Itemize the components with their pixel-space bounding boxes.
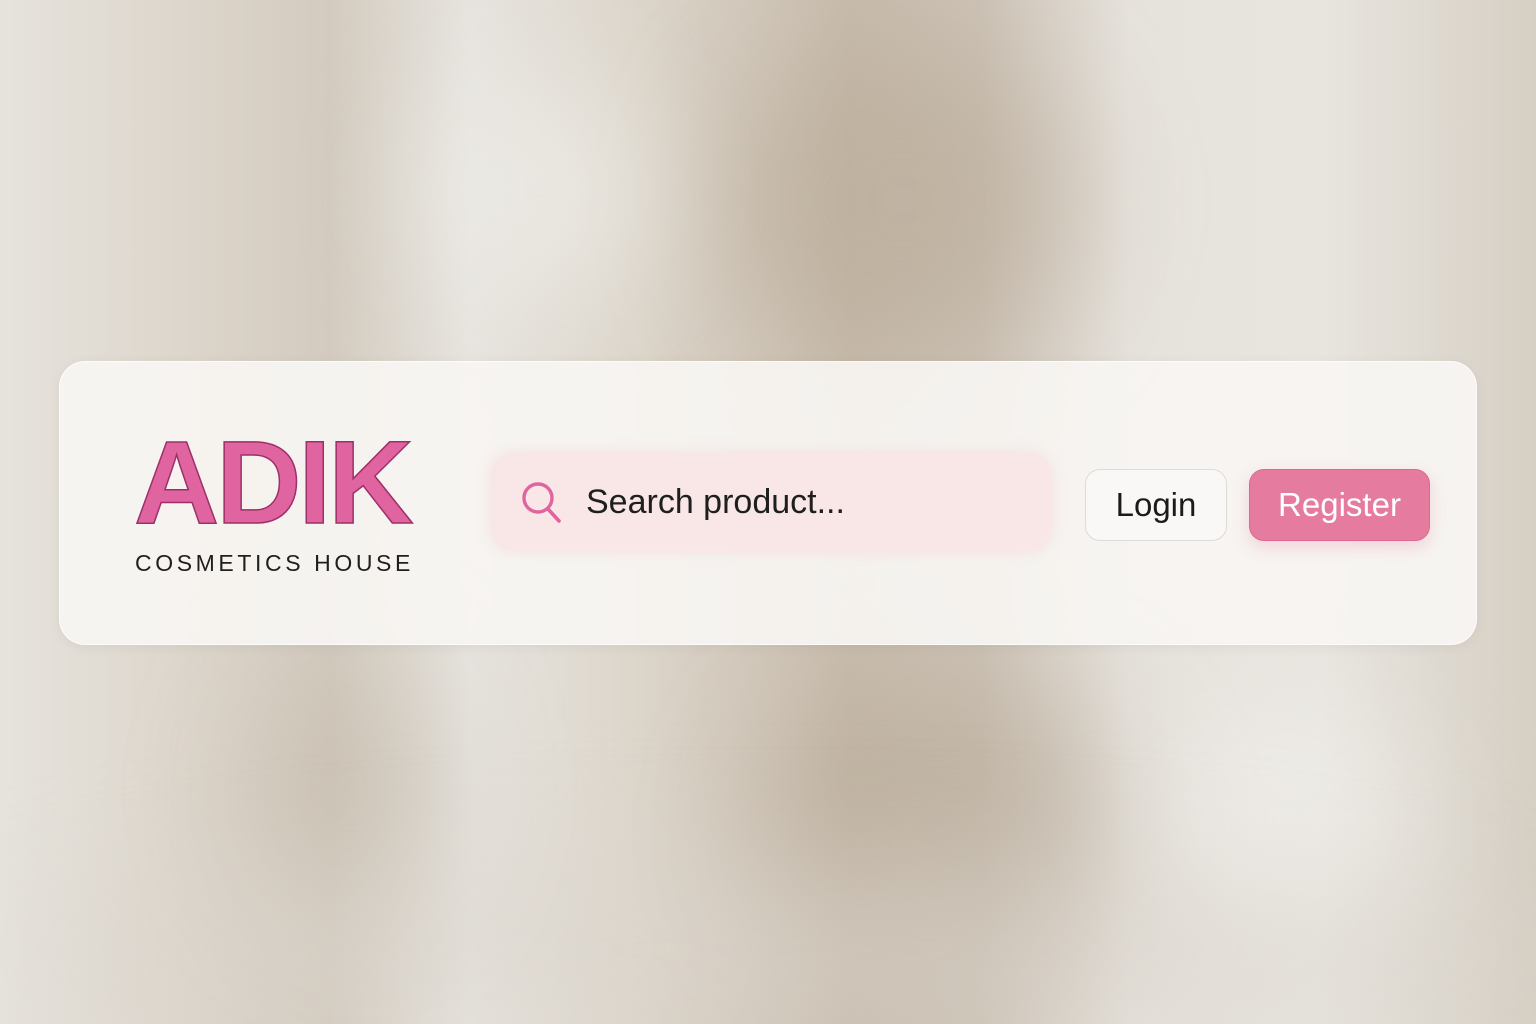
register-button[interactable]: Register	[1249, 469, 1430, 541]
search-icon[interactable]	[519, 479, 565, 525]
logo-wordmark: ADIK	[133, 417, 414, 549]
background-shape	[430, 80, 650, 300]
site-header: ADIK COSMETICS HOUSE Login Register	[59, 361, 1477, 645]
search-bar[interactable]	[491, 453, 1051, 551]
login-button[interactable]: Login	[1085, 469, 1227, 541]
logo-tagline: COSMETICS HOUSE	[135, 550, 414, 576]
background-shape	[720, 40, 1080, 360]
search-input[interactable]	[586, 477, 1026, 527]
brand-logo[interactable]: ADIK COSMETICS HOUSE	[133, 417, 434, 584]
